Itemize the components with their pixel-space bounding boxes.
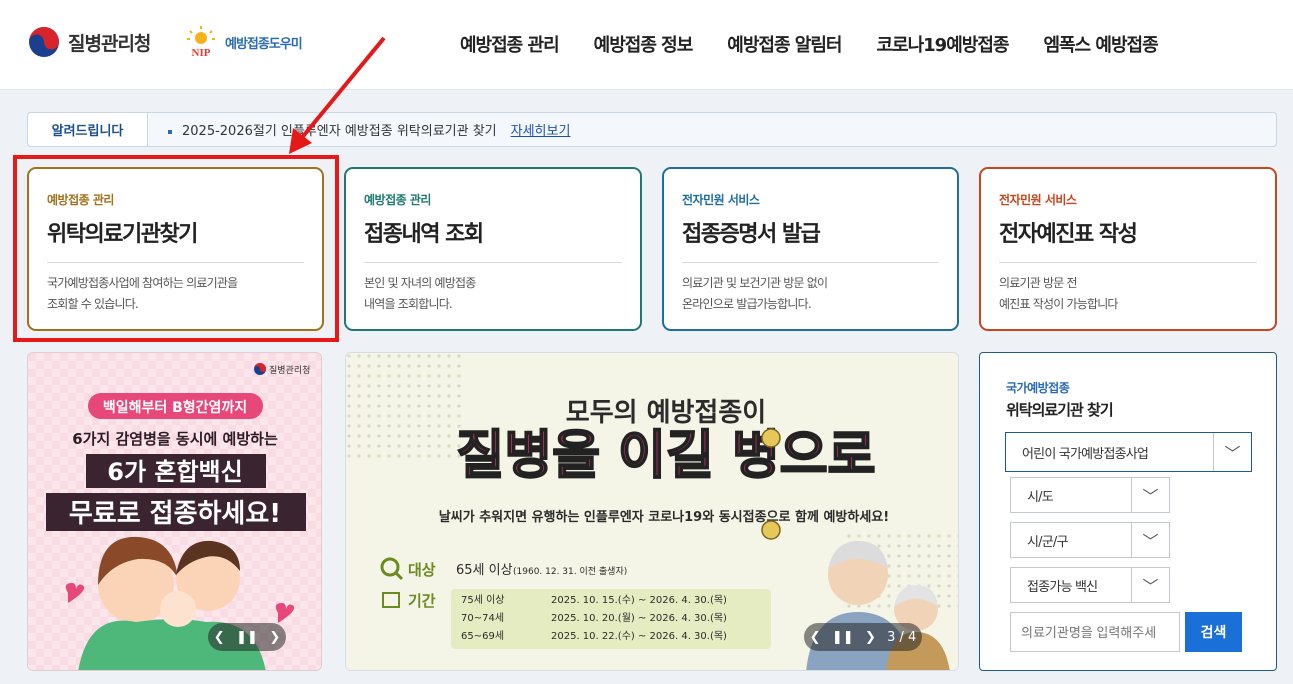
- finder-caption: 국가예방접종: [1006, 381, 1070, 395]
- sido-select[interactable]: 시/도 ﹀: [1010, 477, 1170, 513]
- card-desc: 의료기관 방문 전 예진표 작성이 가능합니다: [999, 276, 1118, 311]
- card-subtitle: 예방접종 관리: [364, 193, 431, 207]
- notice-label: 알려드립니다: [28, 113, 148, 146]
- chevron-down-icon: ﹀: [1131, 523, 1169, 557]
- org-name: 질병관리청: [68, 32, 151, 55]
- banner-illustration: 질병관리청 백일해부터 B형간염까지 6가지 감염병을 동시에 예방하는 6가 …: [28, 353, 321, 670]
- pause-icon[interactable]: ❚❚: [832, 630, 854, 645]
- program-select[interactable]: 어린이 국가예방접종사업 ﹀: [1005, 432, 1252, 472]
- next-icon[interactable]: ❯: [865, 630, 876, 645]
- kdca-logo[interactable]: 질병관리청: [28, 26, 151, 58]
- highlight-box: [13, 155, 339, 342]
- banner-line2: 6가지 감염병을 동시에 예방하는: [72, 430, 278, 448]
- next-icon[interactable]: ❯: [269, 630, 280, 645]
- chevron-down-icon: ﹀: [1213, 433, 1251, 471]
- notice-text[interactable]: 2025-2026절기 인플루엔자 예방접종 위탁의료기관 찾기: [168, 120, 497, 139]
- chevron-down-icon: ﹀: [1131, 478, 1169, 512]
- main-nav: 예방접종 관리 예방접종 정보 예방접종 알림터 코로나19예방접종 엠폭스 예…: [460, 31, 1159, 57]
- clinic-name-input[interactable]: [1010, 612, 1180, 652]
- banner-hexavalent-vaccine[interactable]: 질병관리청 백일해부터 B형간염까지 6가지 감염병을 동시에 예방하는 6가 …: [27, 352, 322, 671]
- pause-icon[interactable]: ❚❚: [236, 630, 258, 645]
- vaccine-select[interactable]: 접종가능 백신 ﹀: [1010, 567, 1170, 603]
- taegeuk-icon: [29, 27, 59, 57]
- banner2-sub: 날씨가 추워지면 유행하는 인플루엔자 코로나19와 동시접종으로 함께 예방하…: [439, 509, 889, 525]
- sun-badge-icon: NIP: [184, 26, 218, 59]
- sigungu-select-value: 시/군/구: [1027, 534, 1068, 550]
- target-label: 대상: [408, 561, 436, 579]
- target-value: 65세 이상: [456, 563, 513, 578]
- banner-line3: 6가 혼합백신: [107, 458, 242, 486]
- banner2-head1: 모두의 예방접종이: [566, 398, 766, 428]
- card-title: 접종증명서 발급: [682, 216, 939, 263]
- nip-name: 예방접종도우미: [225, 36, 303, 52]
- card-subtitle: 전자민원 서비스: [999, 193, 1077, 207]
- nav-vaccination-management[interactable]: 예방접종 관리: [460, 31, 560, 57]
- chevron-down-icon: ﹀: [1131, 568, 1169, 602]
- card-desc: 본인 및 자녀의 예방접종 내역을 조회합니다.: [364, 276, 476, 311]
- card-history[interactable]: 예방접종 관리 접종내역 조회 본인 및 자녀의 예방접종 내역을 조회합니다.: [344, 167, 642, 331]
- banner-line1: 백일해부터 B형간염까지: [103, 399, 247, 416]
- period-label: 기간: [408, 592, 436, 610]
- row1-range: 2025. 10. 15.(수) ~ 2026. 4. 30.(목): [551, 594, 727, 606]
- nav-vaccination-notice[interactable]: 예방접종 알림터: [727, 31, 842, 57]
- prev-icon[interactable]: ❮: [810, 630, 821, 645]
- row3-range: 2025. 10. 22.(수) ~ 2026. 4. 30.(목): [551, 630, 727, 642]
- row3-age: 65~69세: [461, 630, 504, 642]
- card-subtitle: 전자민원 서비스: [682, 193, 760, 207]
- nip-logo[interactable]: NIP 예방접종도우미: [181, 25, 303, 59]
- banner2-head2: 질병을 이길 병으로: [457, 426, 876, 486]
- banner-line4: 무료로 접종하세요!: [69, 499, 281, 529]
- nav-covid19[interactable]: 코로나19예방접종: [876, 31, 1009, 57]
- notice-bar: 알려드립니다 2025-2026절기 인플루엔자 예방접종 위탁의료기관 찾기 …: [27, 112, 1277, 147]
- nip-badge: NIP: [192, 47, 211, 59]
- card-certificate[interactable]: 전자민원 서비스 접종증명서 발급 의료기관 및 보건기관 방문 없이 온라인으…: [662, 167, 959, 331]
- target-note: (1960. 12. 31. 이전 출생자): [513, 566, 627, 577]
- banner-page-indicator: 3 / 4: [887, 629, 917, 645]
- row1-age: 75세 이상: [461, 594, 505, 606]
- row2-range: 2025. 10. 20.(월) ~ 2026. 4. 30.(목): [551, 612, 727, 624]
- nav-mpox[interactable]: 엠폭스 예방접종: [1043, 31, 1158, 57]
- card-title: 접종내역 조회: [364, 216, 622, 263]
- banner2-controls[interactable]: ❮ ❚❚ ❯ 3 / 4: [804, 623, 922, 651]
- program-select-value: 어린이 국가예방접종사업: [1022, 446, 1149, 462]
- finder-title: 위탁의료기관 찾기: [1006, 401, 1114, 419]
- sigungu-select[interactable]: 시/군/구 ﹀: [1010, 522, 1170, 558]
- prev-icon[interactable]: ❮: [214, 630, 225, 645]
- nav-vaccination-info[interactable]: 예방접종 정보: [594, 31, 694, 57]
- banner-org: 질병관리청: [269, 364, 310, 376]
- card-desc: 의료기관 및 보건기관 방문 없이 온라인으로 발급가능합니다.: [682, 276, 828, 311]
- card-title: 전자예진표 작성: [999, 216, 1257, 263]
- banner-flu-covid[interactable]: 모두의 예방접종이 질병을 이길 병으로 날씨가 추워지면 유행하는 인플루엔자…: [345, 352, 959, 671]
- notice-more-link[interactable]: 자세히보기: [511, 120, 571, 139]
- search-button[interactable]: 검색: [1185, 612, 1242, 652]
- card-prescreen[interactable]: 전자민원 서비스 전자예진표 작성 의료기관 방문 전 예진표 작성이 가능합니…: [979, 167, 1277, 331]
- row2-age: 70~74세: [461, 612, 504, 624]
- clinic-finder-panel: 국가예방접종 위탁의료기관 찾기 어린이 국가예방접종사업 ﹀ 시/도 ﹀ 시/군/…: [979, 352, 1277, 671]
- banner1-controls[interactable]: ❮ ❚❚ ❯: [208, 623, 286, 651]
- vaccine-select-value: 접종가능 백신: [1027, 579, 1098, 595]
- site-header: 질병관리청 NIP 예방접종도우미 예방접종 관리 예방접종 정보 예방접종 알…: [0, 0, 1293, 90]
- sido-select-value: 시/도: [1027, 489, 1054, 505]
